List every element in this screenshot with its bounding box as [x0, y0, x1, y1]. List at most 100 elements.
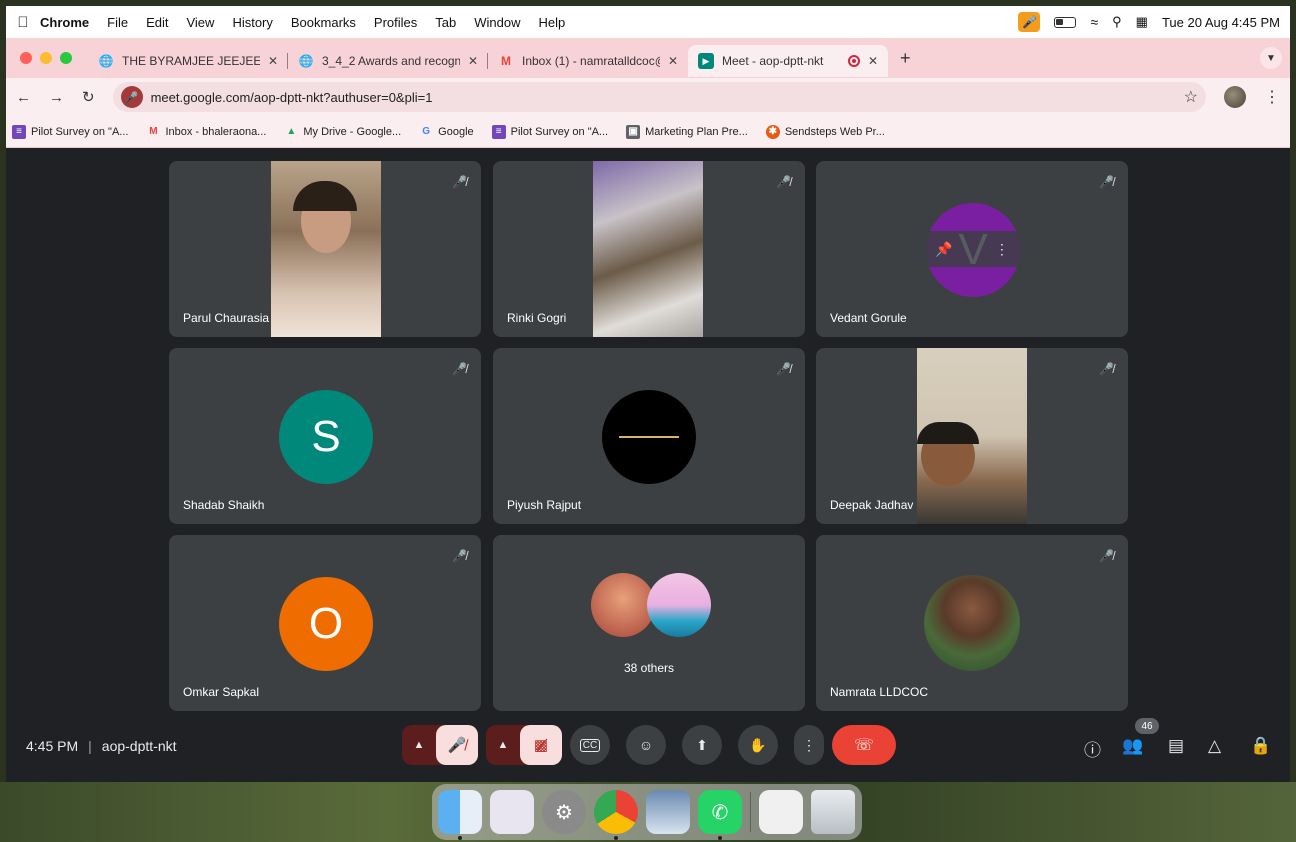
mic-off-icon: 🎤̸	[1099, 549, 1114, 563]
bookmark-pilot-survey-2[interactable]: ≡ Pilot Survey on "A...	[491, 124, 608, 139]
bookmark-pilot-survey-1[interactable]: ≡ Pilot Survey on "A...	[12, 124, 128, 139]
mic-off-icon: 🎤̸	[452, 362, 467, 376]
present-screen-button[interactable]: ⬆	[682, 725, 722, 765]
zoom-window-button[interactable]	[60, 52, 72, 64]
more-options-icon[interactable]: ⋮	[995, 241, 1009, 258]
camera-options-chevron-icon[interactable]: ▲	[486, 739, 520, 751]
close-tab-icon[interactable]: ✕	[268, 54, 278, 68]
present-icon: ⬆	[696, 736, 708, 753]
menu-tab[interactable]: Tab	[435, 15, 456, 30]
bookmark-star-icon[interactable]: ☆	[1184, 87, 1198, 107]
close-window-button[interactable]	[20, 52, 32, 64]
host-controls-icon[interactable]: 🔒	[1250, 736, 1271, 756]
recent-window-icon[interactable]	[759, 790, 803, 834]
mic-off-icon: 🎤̸	[452, 175, 467, 189]
mic-off-icon: 🎤̸	[776, 362, 791, 376]
menu-app[interactable]: Chrome	[40, 15, 89, 30]
menu-view[interactable]: View	[186, 15, 214, 30]
more-vert-icon: ⋮	[802, 736, 816, 753]
tab-meet[interactable]: ▶ Meet - aop-dptt-nkt ✕	[688, 45, 888, 77]
participant-tile-omkar[interactable]: O 🎤̸ Omkar Sapkal	[169, 535, 481, 711]
battery-icon[interactable]	[1054, 16, 1077, 28]
mic-toggle-button[interactable]: 🎤̸	[436, 725, 478, 765]
meeting-time: 4:45 PM	[26, 738, 79, 754]
video-feed	[271, 161, 381, 337]
reload-icon[interactable]: ↻	[82, 88, 95, 106]
participant-tile-parul[interactable]: 🎤̸ Parul Chaurasia	[169, 161, 481, 337]
reactions-button[interactable]: ☺	[626, 725, 666, 765]
participant-tile-rinki[interactable]: 🎤̸ Rinki Gogri	[493, 161, 805, 337]
bookmark-google[interactable]: G Google	[419, 125, 473, 139]
people-icon[interactable]: 👥	[1122, 736, 1143, 756]
spotlight-search-icon[interactable]: ⚲	[1112, 14, 1122, 30]
forward-arrow-icon[interactable]: →	[49, 89, 64, 106]
minimize-window-button[interactable]	[40, 52, 52, 64]
participant-tile-deepak[interactable]: 🎤̸ Deepak Jadhav	[816, 348, 1128, 524]
menu-profiles[interactable]: Profiles	[374, 15, 417, 30]
menu-bookmarks[interactable]: Bookmarks	[291, 15, 356, 30]
avatar: O	[279, 577, 373, 671]
bookmarks-bar: ≡ Pilot Survey on "A... M Inbox - bhaler…	[6, 116, 1290, 148]
raise-hand-button[interactable]: ✋	[738, 725, 778, 765]
url-text[interactable]: meet.google.com/aop-dptt-nkt?authuser=0&…	[151, 90, 433, 105]
participant-tile-shadab[interactable]: S 🎤̸ Shadab Shaikh	[169, 348, 481, 524]
mic-permission-icon[interactable]: 🎤	[120, 86, 143, 108]
preview-icon[interactable]	[646, 790, 690, 834]
close-tab-icon[interactable]: ✕	[468, 54, 478, 68]
camera-toggle-button[interactable]: ▩̸	[520, 725, 562, 765]
back-arrow-icon[interactable]: ←	[16, 89, 31, 106]
wifi-icon[interactable]: ≈	[1090, 14, 1098, 30]
forms-icon: ≡	[491, 124, 506, 139]
clock[interactable]: Tue 20 Aug 4:45 PM	[1162, 15, 1280, 30]
profile-avatar[interactable]	[1224, 86, 1246, 108]
close-tab-icon[interactable]: ✕	[868, 54, 878, 68]
menu-history[interactable]: History	[232, 15, 272, 30]
finder-icon[interactable]	[438, 790, 482, 840]
tab-awards[interactable]: 🌐 3_4_2 Awards and recognitio ✕	[288, 45, 488, 77]
participant-tile-others[interactable]: 38 others	[493, 535, 805, 711]
bookmark-marketing-plan[interactable]: ▣ Marketing Plan Pre...	[626, 124, 748, 139]
bookmark-inbox-bhaleraona[interactable]: M Inbox - bhaleraona...	[146, 125, 266, 139]
leave-call-button[interactable]: ☏	[832, 725, 896, 765]
gmail-icon: M	[149, 126, 158, 137]
menu-window[interactable]: Window	[474, 15, 520, 30]
meeting-details-icon[interactable]: ⓘ	[1084, 736, 1101, 761]
pin-icon[interactable]: 📌	[935, 241, 952, 258]
launchpad-icon[interactable]	[490, 790, 534, 834]
participant-name: Rinki Gogri	[507, 311, 567, 325]
chat-icon[interactable]: ▤	[1168, 736, 1184, 756]
mic-options-chevron-icon[interactable]: ▲	[402, 739, 436, 751]
menu-help[interactable]: Help	[539, 15, 566, 30]
trash-icon[interactable]	[811, 790, 855, 834]
whatsapp-icon[interactable]: ✆	[698, 790, 742, 840]
tile-hover-toolbar: 📌 ⋮	[914, 231, 1030, 267]
tab-search-chevron-icon[interactable]: ▼	[1260, 47, 1282, 69]
bookmark-my-drive[interactable]: ▲ My Drive - Google...	[284, 125, 401, 139]
tab-inbox[interactable]: M Inbox (1) - namratalldcoc@gm ✕	[488, 45, 688, 77]
menu-edit[interactable]: Edit	[146, 15, 168, 30]
tab-byramjee[interactable]: 🌐 THE BYRAMJEE JEEJEEBHOY ✕	[88, 45, 288, 77]
mic-off-icon: 🎤̸	[452, 549, 467, 563]
activities-icon[interactable]: △	[1208, 736, 1221, 756]
gmail-icon: M	[501, 54, 511, 68]
bookmark-sendsteps[interactable]: ✱ Sendsteps Web Pr...	[765, 124, 885, 139]
address-bar[interactable]: 🎤 meet.google.com/aop-dptt-nkt?authuser=…	[112, 82, 1206, 112]
captions-button[interactable]: CC	[570, 725, 610, 765]
participant-name: Namrata LLDCOC	[830, 685, 929, 699]
chrome-icon[interactable]	[594, 790, 638, 840]
apple-icon[interactable]: 	[6, 14, 40, 31]
participant-tile-vedant[interactable]: V 📌 ⋮ 🎤̸ Vedant Gorule	[816, 161, 1128, 337]
chrome-menu-icon[interactable]: ⋮	[1264, 87, 1280, 107]
others-count: 38 others	[623, 661, 675, 675]
control-center-icon[interactable]: ▦	[1136, 14, 1148, 30]
new-tab-button[interactable]: +	[900, 48, 911, 69]
system-settings-icon[interactable]: ⚙	[542, 790, 586, 834]
macos-menubar:  Chrome File Edit View History Bookmark…	[6, 6, 1290, 38]
participant-tile-piyush[interactable]: 🎤̸ Piyush Rajput	[493, 348, 805, 524]
menu-file[interactable]: File	[107, 15, 128, 30]
close-tab-icon[interactable]: ✕	[668, 54, 678, 68]
more-options-button[interactable]: ⋮	[794, 725, 824, 765]
meeting-info: 4:45 PM | aop-dptt-nkt	[26, 738, 177, 754]
participant-tile-namrata[interactable]: 🎤̸ Namrata LLDCOC	[816, 535, 1128, 711]
mic-in-use-icon[interactable]: 🎤	[1018, 12, 1041, 32]
